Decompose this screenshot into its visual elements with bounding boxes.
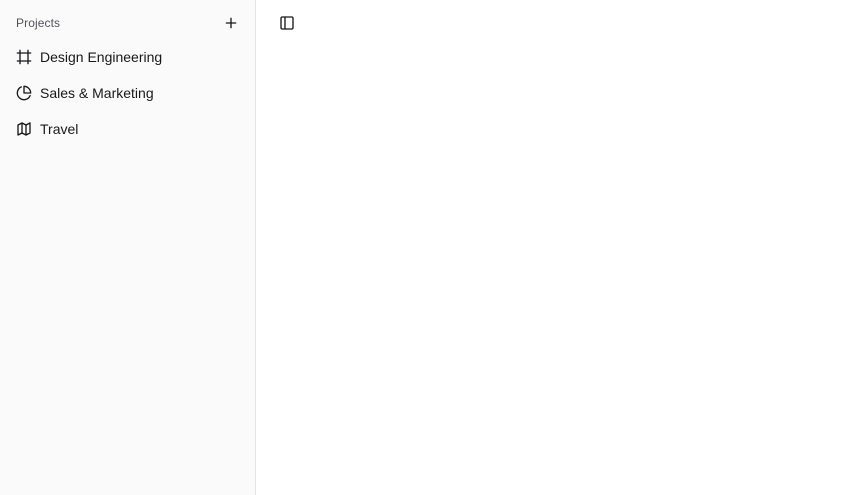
toggle-sidebar-button[interactable] <box>276 11 298 35</box>
pie-chart-icon <box>16 85 32 101</box>
projects-group-label: Projects <box>16 16 61 30</box>
sidebar-item-sales-marketing[interactable]: Sales & Marketing <box>8 77 247 109</box>
sidebar: Projects Design Engineering Sales & Mark… <box>0 0 256 495</box>
app-shell: Projects Design Engineering Sales & Mark… <box>0 0 852 495</box>
sidebar-item-design-engineering[interactable]: Design Engineering <box>8 41 247 73</box>
add-project-button[interactable] <box>221 13 241 33</box>
panel-left-icon <box>280 16 294 30</box>
main-content <box>256 0 852 495</box>
projects-list: Design Engineering Sales & Marketing Tra… <box>8 41 247 145</box>
map-icon <box>17 122 31 136</box>
plus-icon <box>225 17 237 29</box>
sidebar-item-label: Travel <box>40 121 79 137</box>
sidebar-item-label: Sales & Marketing <box>40 85 154 101</box>
frame-icon <box>16 49 32 65</box>
sidebar-item-label: Design Engineering <box>40 49 163 65</box>
projects-group-header: Projects <box>8 9 247 37</box>
sidebar-item-travel[interactable]: Travel <box>8 113 247 145</box>
